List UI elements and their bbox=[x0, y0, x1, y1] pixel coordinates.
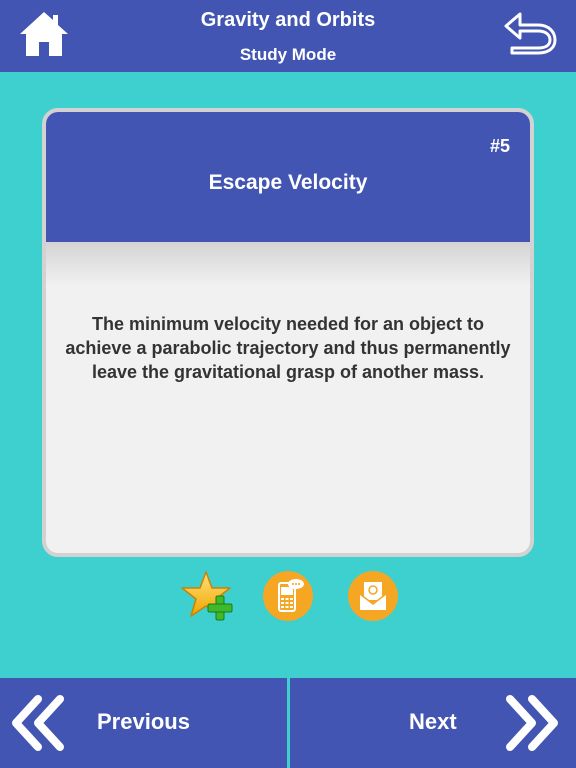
header-bar: Gravity and Orbits Study Mode bbox=[0, 0, 576, 72]
back-arrow-icon bbox=[504, 12, 557, 55]
back-button[interactable] bbox=[500, 10, 558, 56]
card-divider-shadow bbox=[46, 242, 530, 286]
double-chevron-left-icon bbox=[12, 695, 64, 751]
flashcard[interactable]: #5 Escape Velocity The minimum velocity … bbox=[42, 108, 534, 557]
card-definition: The minimum velocity needed for an objec… bbox=[65, 314, 511, 382]
sms-phone-icon bbox=[263, 571, 313, 621]
sms-share-button[interactable] bbox=[262, 570, 314, 622]
double-chevron-right-icon bbox=[506, 695, 558, 751]
email-icon bbox=[348, 571, 398, 621]
add-favorite-button[interactable] bbox=[180, 570, 233, 622]
star-add-icon bbox=[181, 571, 233, 621]
screen-title: Gravity and Orbits bbox=[200, 9, 376, 31]
card-term: Escape Velocity bbox=[208, 171, 368, 194]
screen-subtitle: Study Mode bbox=[239, 45, 337, 64]
next-label: Next bbox=[409, 709, 457, 734]
flashcard-header: #5 Escape Velocity bbox=[46, 112, 530, 242]
previous-label: Previous bbox=[97, 709, 190, 734]
previous-button[interactable]: Previous bbox=[0, 678, 287, 768]
email-share-button[interactable] bbox=[347, 570, 399, 622]
next-button[interactable]: Next bbox=[290, 678, 576, 768]
card-number: #5 bbox=[489, 136, 510, 156]
